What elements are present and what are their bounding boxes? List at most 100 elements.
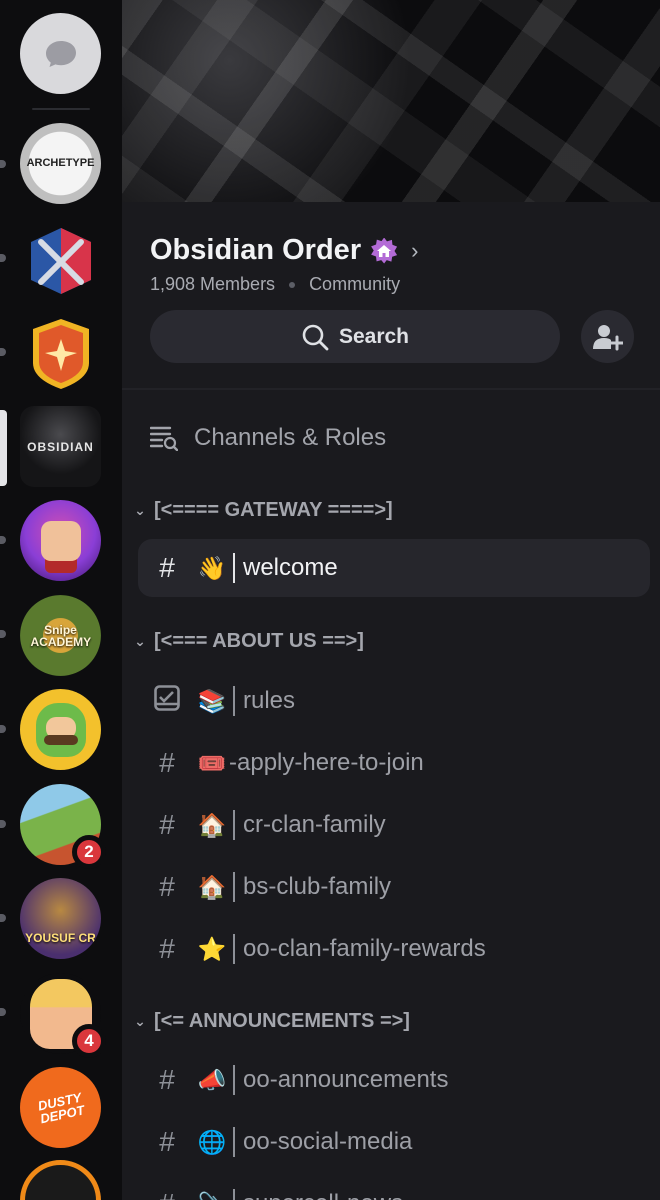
rail-divider xyxy=(32,108,90,110)
hash-icon: # xyxy=(159,809,175,840)
unread-indicator xyxy=(0,348,6,356)
chat-bubble-icon xyxy=(45,40,76,67)
header-separator xyxy=(122,388,660,390)
category-about-us[interactable]: ⌄ [<=== ABOUT US ==>] xyxy=(130,626,660,656)
channel-rules[interactable]: 📚 rules xyxy=(138,672,650,730)
unread-indicator xyxy=(0,820,6,828)
channel-separator xyxy=(233,1065,235,1095)
house-emoji: 🏠 xyxy=(197,873,227,900)
waving-hand-emoji: 👋 xyxy=(197,554,227,581)
unread-indicator xyxy=(0,725,6,733)
channel-name: oo-clan-family-rewards xyxy=(243,935,486,962)
server-name: Obsidian Order xyxy=(150,234,362,266)
books-emoji: 📚 xyxy=(197,687,227,714)
hash-icon: # xyxy=(159,1064,175,1095)
server-icon-label: Snipe ACADEMY xyxy=(30,622,92,649)
chevron-down-icon: ⌄ xyxy=(134,501,146,518)
channel-oo-announcements[interactable]: # 📣 oo-announcements xyxy=(138,1051,650,1109)
channel-oo-social-media[interactable]: # 🌐 oo-social-media xyxy=(138,1113,650,1171)
server-icon-shield[interactable] xyxy=(20,313,101,394)
channel-name: oo-social-media xyxy=(243,1128,413,1155)
channel-welcome[interactable]: # 👋 welcome xyxy=(138,539,650,597)
channel-name: rules xyxy=(243,687,296,714)
separator-dot xyxy=(289,281,296,288)
hash-icon: # xyxy=(159,747,175,778)
server-icon-label: ARCHETYPE xyxy=(26,157,95,169)
channel-name: bs-club-family xyxy=(243,873,392,900)
globe-emoji: 🌐 xyxy=(197,1128,227,1155)
search-button[interactable]: Search xyxy=(150,310,560,363)
star-emoji: ⭐ xyxy=(197,935,227,962)
unread-indicator xyxy=(0,254,6,262)
search-label: Search xyxy=(338,324,410,348)
ticket-emoji: 🎟️ xyxy=(197,749,227,776)
server-icon-label: OBSIDIAN xyxy=(27,439,94,454)
server-icon-archetype[interactable]: ARCHETYPE xyxy=(20,123,101,204)
hash-icon: # xyxy=(159,552,175,583)
category-announcements[interactable]: ⌄ [<= ANNOUNCEMENTS =>] xyxy=(130,1006,660,1036)
channel-supercell-news[interactable]: # 📎 supercell-news xyxy=(138,1175,650,1200)
channel-name: cr-clan-family xyxy=(243,811,386,838)
server-icon-label: DUSTY DEPOT xyxy=(36,1089,86,1126)
server-icon-snipe-academy[interactable]: Snipe ACADEMY xyxy=(20,595,101,676)
channel-oo-clan-family-rewards[interactable]: # ⭐ oo-clan-family-rewards xyxy=(138,920,650,978)
channel-name: oo-announcements xyxy=(243,1066,449,1093)
server-rail: ARCHETYPE OBSIDIAN Snipe ACADEMY 2 YOUSU… xyxy=(0,0,122,1200)
channel-apply-here-to-join[interactable]: # 🎟️ -apply-here-to-join xyxy=(138,734,650,792)
invite-members-button[interactable] xyxy=(581,310,634,363)
server-icon-obsidian[interactable]: OBSIDIAN xyxy=(20,406,101,487)
hash-icon: # xyxy=(152,1188,182,1200)
unread-indicator xyxy=(0,630,6,638)
house-emoji: 🏠 xyxy=(197,811,227,838)
chevron-down-icon: ⌄ xyxy=(134,632,146,649)
channel-separator xyxy=(233,810,235,840)
notification-badge: 2 xyxy=(72,835,106,869)
hash-icon: # xyxy=(159,871,175,902)
channels-and-roles-button[interactable]: Channels & Roles xyxy=(150,418,660,458)
chevron-right-icon: › xyxy=(411,237,419,263)
unread-indicator xyxy=(0,160,6,168)
category-name: [<= ANNOUNCEMENTS =>] xyxy=(154,1009,410,1032)
rules-checkbox-icon xyxy=(152,684,182,718)
unread-indicator xyxy=(0,1008,6,1016)
channel-panel: Obsidian Order › 1,908 Members Community… xyxy=(122,0,660,1200)
shield-star-icon xyxy=(32,318,89,389)
channel-separator xyxy=(233,934,235,964)
add-member-icon xyxy=(592,324,623,350)
category-name: [<==== GATEWAY ====>] xyxy=(154,498,393,521)
server-icon-king[interactable] xyxy=(20,689,101,770)
channels-roles-icon xyxy=(150,426,178,451)
unread-indicator xyxy=(0,914,6,922)
server-icon-yousuf-cr[interactable]: YOUSUF CR xyxy=(20,878,101,959)
server-icon-crossed-swords[interactable] xyxy=(20,220,101,301)
server-icon-label: YOUSUF CR xyxy=(25,930,96,945)
server-icon-partial[interactable] xyxy=(20,1160,101,1200)
paperclip-emoji: 📎 xyxy=(195,1187,229,1200)
server-icon-purple-hero[interactable] xyxy=(20,500,101,581)
crossed-swords-icon xyxy=(30,227,91,294)
server-meta: 1,908 Members Community xyxy=(150,274,400,295)
direct-messages-button[interactable] xyxy=(20,13,101,94)
character-avatar xyxy=(40,520,81,561)
community-boost-icon xyxy=(371,237,398,264)
channel-separator xyxy=(233,553,235,583)
channel-bs-club-family[interactable]: # 🏠 bs-club-family xyxy=(138,858,650,916)
channel-name: welcome xyxy=(243,554,338,581)
unread-indicator xyxy=(0,536,6,544)
server-icon-dusty-depot[interactable]: DUSTY DEPOT xyxy=(20,1067,101,1148)
hash-icon: # xyxy=(159,933,175,964)
channel-separator xyxy=(233,1127,235,1157)
channel-cr-clan-family[interactable]: # 🏠 cr-clan-family xyxy=(138,796,650,854)
channels-and-roles-label: Channels & Roles xyxy=(194,424,387,451)
server-type: Community xyxy=(309,274,401,294)
category-gateway[interactable]: ⌄ [<==== GATEWAY ====>] xyxy=(130,495,660,525)
server-header-button[interactable]: Obsidian Order › xyxy=(150,234,418,267)
server-banner xyxy=(122,0,660,202)
channel-separator xyxy=(233,1189,235,1200)
channel-separator xyxy=(233,872,235,902)
chevron-down-icon: ⌄ xyxy=(134,1012,146,1029)
selected-server-indicator xyxy=(0,410,7,486)
category-name: [<=== ABOUT US ==>] xyxy=(154,629,364,652)
channel-separator xyxy=(233,686,235,716)
channel-name: -apply-here-to-join xyxy=(229,749,424,776)
